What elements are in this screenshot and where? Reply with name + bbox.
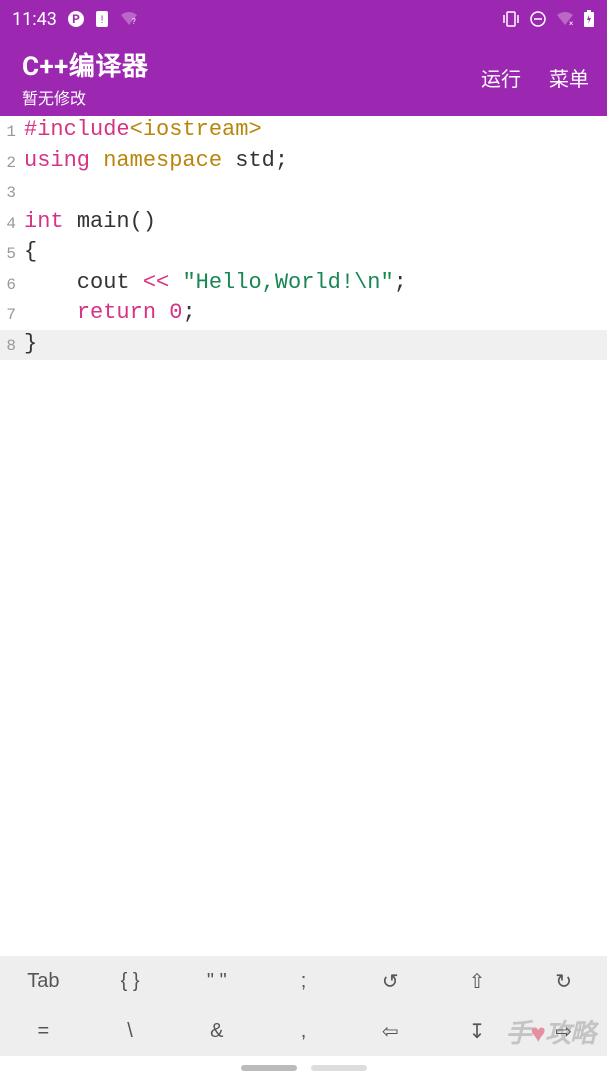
symbol-key[interactable]: " " [173, 956, 260, 1006]
symbol-row-2: =\&,⇦↧⇨ [0, 1006, 607, 1056]
code-content[interactable]: { [20, 238, 37, 269]
line-number: 7 [0, 299, 20, 330]
code-content[interactable]: using namespace std; [20, 147, 288, 178]
symbol-key[interactable]: ; [260, 956, 347, 1006]
status-left: 11:43 P ! ? [12, 9, 139, 30]
menu-button[interactable]: 菜单 [549, 63, 589, 92]
code-line[interactable]: 8} [0, 330, 607, 361]
symbol-row-1: Tab{ }" ";↺⇧↻ [0, 956, 607, 1006]
code-line[interactable]: 4int main() [0, 208, 607, 239]
symbol-key[interactable]: ↻ [520, 956, 607, 1006]
line-number: 2 [0, 147, 20, 178]
app-title: C++编译器 [22, 46, 148, 83]
code-content[interactable]: #include<iostream> [20, 116, 262, 147]
wifi-weak-icon: ? [119, 11, 139, 27]
symbol-key[interactable]: Tab [0, 956, 87, 1006]
code-line[interactable]: 6 cout << "Hello,World!\n"; [0, 269, 607, 300]
symbol-key[interactable]: = [0, 1006, 87, 1056]
svg-text:!: ! [101, 15, 104, 26]
code-line[interactable]: 7 return 0; [0, 299, 607, 330]
svg-text:?: ? [132, 17, 136, 26]
symbol-key[interactable]: ⇦ [347, 1006, 434, 1056]
status-time: 11:43 [12, 9, 57, 30]
symbol-key[interactable]: ⇧ [434, 956, 521, 1006]
code-content[interactable]: return 0; [20, 299, 196, 330]
code-line[interactable]: 1#include<iostream> [0, 116, 607, 147]
symbol-key[interactable]: & [173, 1006, 260, 1056]
run-button[interactable]: 运行 [481, 63, 521, 92]
svg-text:×: × [569, 19, 573, 27]
code-editor[interactable]: 1#include<iostream>2using namespace std;… [0, 116, 607, 956]
line-number: 4 [0, 208, 20, 239]
symbol-key[interactable]: , [260, 1006, 347, 1056]
code-content[interactable] [20, 177, 24, 208]
code-line[interactable]: 5{ [0, 238, 607, 269]
battery-charging-icon [583, 10, 595, 28]
code-content[interactable]: cout << "Hello,World!\n"; [20, 269, 407, 300]
nav-bar [0, 1056, 607, 1080]
sim-icon: ! [95, 10, 109, 28]
nav-pill[interactable] [241, 1065, 297, 1071]
code-line[interactable]: 2using namespace std; [0, 147, 607, 178]
symbol-key[interactable]: ↺ [347, 956, 434, 1006]
app-title-group: C++编译器 暂无修改 [22, 46, 148, 109]
line-number: 3 [0, 177, 20, 208]
wifi-error-icon: × [555, 11, 575, 27]
line-number: 5 [0, 238, 20, 269]
symbol-key[interactable]: ↧ [434, 1006, 521, 1056]
status-right: × [501, 10, 595, 28]
nav-pill[interactable] [311, 1065, 367, 1071]
symbol-key[interactable]: \ [87, 1006, 174, 1056]
line-number: 8 [0, 330, 20, 361]
symbol-key[interactable]: ⇨ [520, 1006, 607, 1056]
code-content[interactable]: int main() [20, 208, 156, 239]
svg-text:P: P [72, 12, 80, 26]
symbol-toolbar: Tab{ }" ";↺⇧↻ =\&,⇦↧⇨ [0, 956, 607, 1056]
status-bar: 11:43 P ! ? × [0, 0, 607, 38]
app-subtitle: 暂无修改 [22, 85, 148, 109]
line-number: 6 [0, 269, 20, 300]
parking-icon: P [67, 10, 85, 28]
line-number: 1 [0, 116, 20, 147]
vibrate-icon [501, 10, 521, 28]
code-line[interactable]: 3 [0, 177, 607, 208]
symbol-key[interactable]: { } [87, 956, 174, 1006]
code-content[interactable]: } [20, 330, 37, 361]
app-actions: 运行 菜单 [481, 63, 589, 92]
dnd-icon [529, 10, 547, 28]
app-bar: C++编译器 暂无修改 运行 菜单 [0, 38, 607, 116]
